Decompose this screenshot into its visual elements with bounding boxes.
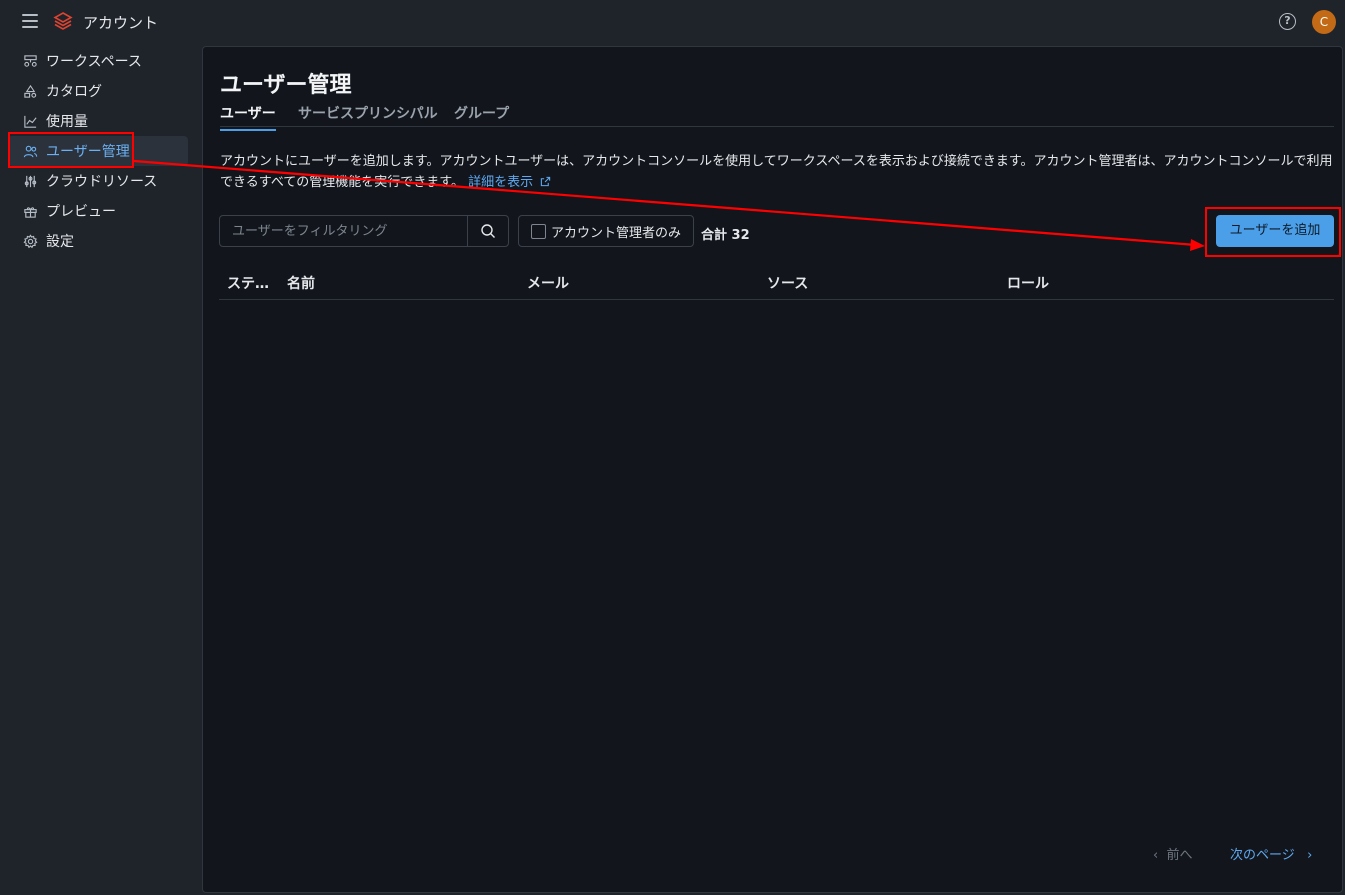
sidebar-item-label: ユーザー管理 xyxy=(46,144,130,160)
usage-chart-icon xyxy=(22,113,38,129)
sidebar-item-label: ワークスペース xyxy=(46,54,142,70)
tab-groups[interactable]: グループ xyxy=(454,103,509,129)
learn-more-label: 詳細を表示 xyxy=(468,175,534,190)
previous-page-button[interactable]: ‹ 前へ xyxy=(1153,844,1192,863)
learn-more-link[interactable]: 詳細を表示 xyxy=(468,175,551,190)
tab-bar: ユーザー サービスプリンシパル グループ xyxy=(220,101,1334,131)
column-header-email[interactable]: メール xyxy=(527,273,569,293)
search-icon xyxy=(481,224,495,238)
total-count: 合計 32 xyxy=(701,228,750,243)
search-button[interactable] xyxy=(467,216,508,246)
chevron-right-icon: › xyxy=(1307,848,1313,863)
sidebar-item-label: クラウドリソース xyxy=(46,174,158,190)
column-header-source[interactable]: ソース xyxy=(767,273,808,293)
sidebar-item-cloud-resources[interactable]: クラウドリソース xyxy=(8,166,188,196)
sidebar-item-label: プレビュー xyxy=(46,204,116,220)
previous-page-label: 前へ xyxy=(1166,848,1193,863)
sidebar-item-user-management[interactable]: ユーザー管理 xyxy=(8,136,188,166)
gift-icon xyxy=(22,203,38,219)
chevron-left-icon: ‹ xyxy=(1153,848,1159,863)
description-text: アカウントにユーザーを追加します。アカウントユーザーは、アカウントコンソールを使… xyxy=(220,154,1333,190)
sidebar-item-workspace[interactable]: ワークスペース xyxy=(8,46,188,76)
catalog-icon xyxy=(22,83,38,99)
admin-only-checkbox[interactable] xyxy=(531,223,546,239)
column-header-status[interactable]: ステ… xyxy=(227,273,269,293)
sidebar-item-label: 使用量 xyxy=(46,114,88,130)
databricks-logo-icon[interactable] xyxy=(53,11,73,31)
table-header: ステ… 名前 メール ソース ロール xyxy=(219,267,1334,300)
add-user-button[interactable]: ユーザーを追加 xyxy=(1216,215,1334,247)
gear-icon xyxy=(22,233,38,249)
sidebar-item-settings[interactable]: 設定 xyxy=(8,226,188,256)
workspace-icon xyxy=(22,53,38,69)
main-panel: ユーザー管理 ユーザー サービスプリンシパル グループ アカウントにユーザーを追… xyxy=(202,46,1343,893)
sidebar-item-catalog[interactable]: カタログ xyxy=(8,76,188,106)
next-page-button[interactable]: 次のページ › xyxy=(1230,844,1312,863)
sidebar: ワークスペース カタログ 使用量 ユーザー管理 クラウドリソース プレビュー 設… xyxy=(8,46,188,256)
avatar[interactable]: C xyxy=(1312,10,1336,34)
tab-users[interactable]: ユーザー xyxy=(220,103,276,131)
column-header-name[interactable]: 名前 xyxy=(287,273,315,293)
tab-service-principals[interactable]: サービスプリンシパル xyxy=(298,103,438,129)
help-icon[interactable]: ? xyxy=(1279,13,1296,30)
column-header-role[interactable]: ロール xyxy=(1007,273,1049,293)
sidebar-item-label: カタログ xyxy=(46,84,102,100)
admin-only-filter[interactable]: アカウント管理者のみ xyxy=(518,215,694,247)
external-link-icon xyxy=(541,176,551,187)
top-bar: アカウント ? C xyxy=(0,0,1345,44)
admin-only-label: アカウント管理者のみ xyxy=(551,225,682,241)
users-icon xyxy=(22,143,38,159)
hamburger-menu-icon[interactable] xyxy=(22,14,38,28)
description: アカウントにユーザーを追加します。アカウントユーザーは、アカウントコンソールを使… xyxy=(220,151,1335,193)
user-filter xyxy=(219,215,509,247)
app-title: アカウント xyxy=(83,14,159,32)
sliders-icon xyxy=(22,173,38,189)
sidebar-item-usage[interactable]: 使用量 xyxy=(8,106,188,136)
user-filter-input[interactable] xyxy=(220,216,468,246)
sidebar-item-preview[interactable]: プレビュー xyxy=(8,196,188,226)
next-page-label: 次のページ xyxy=(1230,848,1295,863)
page-title: ユーザー管理 xyxy=(220,73,352,98)
sidebar-item-label: 設定 xyxy=(46,234,74,250)
